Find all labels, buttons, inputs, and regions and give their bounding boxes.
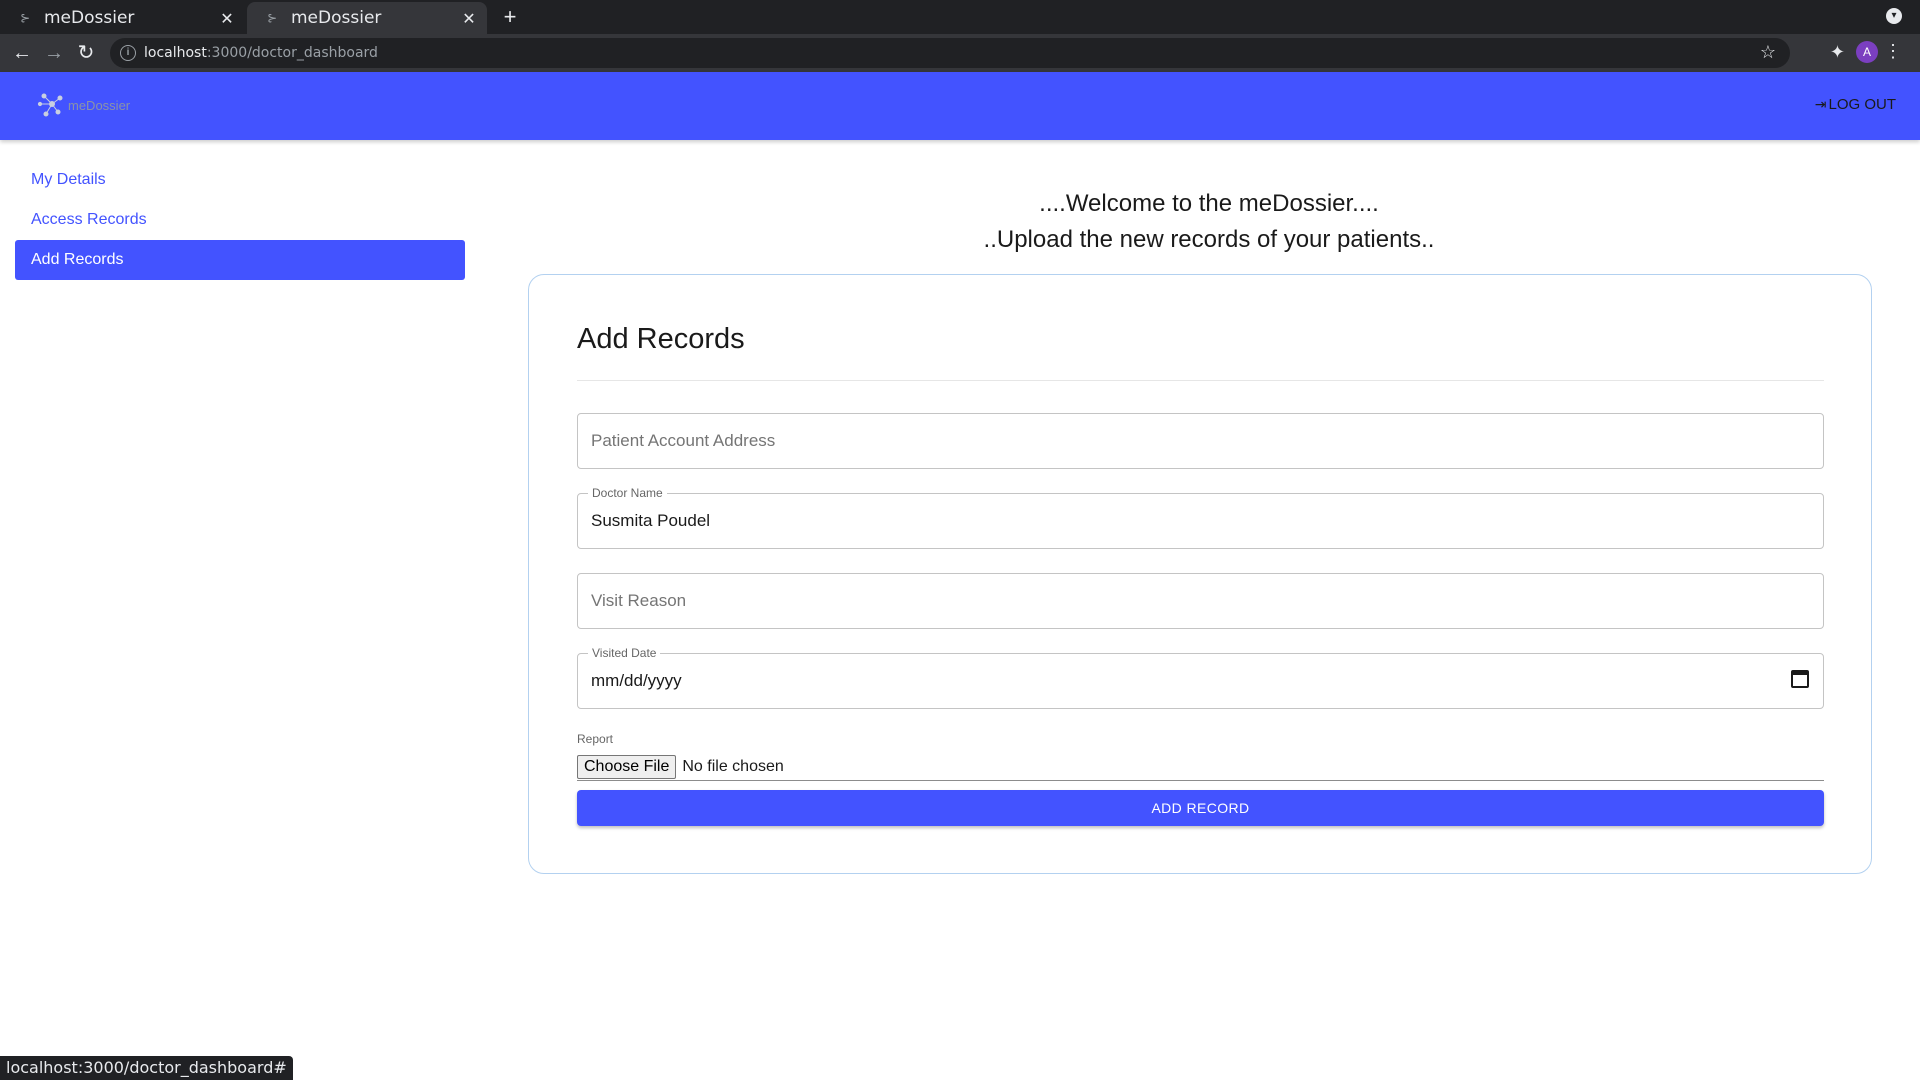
close-tab-icon[interactable]: ✕ bbox=[459, 9, 479, 28]
app-logo[interactable]: meDossier bbox=[36, 90, 130, 120]
welcome-line: ....Welcome to the meDossier.... bbox=[1039, 190, 1379, 217]
visit-reason-input[interactable] bbox=[578, 574, 1823, 628]
tab-title: meDossier bbox=[291, 8, 382, 28]
tab-title: meDossier bbox=[44, 8, 135, 28]
logout-label: LOG OUT bbox=[1828, 96, 1896, 113]
browser-tab-strip: ⊱ meDossier ✕ ⊱ meDossier ✕ + ▾ bbox=[0, 0, 1920, 34]
visited-date-input[interactable] bbox=[578, 654, 1823, 708]
report-label: Report bbox=[577, 732, 614, 746]
add-records-card: Add Records Doctor Name Visited Date Rep… bbox=[528, 274, 1872, 874]
add-record-button[interactable]: ADD RECORD bbox=[577, 790, 1824, 826]
profile-avatar[interactable]: A bbox=[1856, 41, 1878, 63]
browser-tab[interactable]: ⊱ meDossier ✕ bbox=[0, 2, 245, 34]
sidebar-item-add-records[interactable]: Add Records bbox=[15, 240, 465, 280]
browser-toolbar: ← → ↻ i localhost:3000/doctor_dashboard … bbox=[0, 34, 1920, 72]
visit-reason-field bbox=[577, 573, 1824, 629]
sidebar-nav: My Details Access Records Add Records bbox=[15, 160, 465, 280]
logout-button[interactable]: ⇥ LOG OUT bbox=[1815, 96, 1896, 113]
molecule-logo-icon bbox=[37, 93, 63, 117]
sidebar-item-access-records[interactable]: Access Records bbox=[15, 200, 465, 240]
close-tab-icon[interactable]: ✕ bbox=[217, 9, 237, 28]
sidebar-item-my-details[interactable]: My Details bbox=[15, 160, 465, 200]
app-header: meDossier ⇥ LOG OUT bbox=[0, 72, 1920, 140]
link-status-bar: localhost:3000/doctor_dashboard# bbox=[0, 1056, 293, 1080]
reload-icon[interactable]: ↻ bbox=[74, 41, 98, 65]
url-text: localhost:3000/doctor_dashboard bbox=[144, 45, 378, 61]
tab-search-icon[interactable]: ▾ bbox=[1886, 8, 1902, 24]
bookmark-star-icon[interactable]: ☆ bbox=[1760, 42, 1776, 63]
browser-tab-active[interactable]: ⊱ meDossier ✕ bbox=[247, 2, 487, 34]
welcome-message: ....Welcome to the meDossier.... ..Uploa… bbox=[528, 186, 1890, 258]
doctor-name-field: Doctor Name bbox=[577, 486, 1824, 549]
patient-address-input[interactable] bbox=[578, 414, 1823, 468]
page-favicon-icon: ⊱ bbox=[20, 11, 31, 25]
calendar-icon[interactable] bbox=[1791, 670, 1809, 688]
form-title: Add Records bbox=[577, 323, 745, 355]
visited-date-field: Visited Date bbox=[577, 646, 1824, 709]
divider bbox=[577, 380, 1824, 381]
report-file-input: Choose File No file chosen bbox=[577, 755, 1824, 781]
forward-arrow-icon[interactable]: → bbox=[42, 41, 66, 65]
welcome-subline: ..Upload the new records of your patient… bbox=[983, 226, 1435, 253]
doctor-name-input[interactable] bbox=[578, 494, 1823, 548]
file-status-text: No file chosen bbox=[682, 758, 784, 775]
address-bar[interactable]: i localhost:3000/doctor_dashboard ☆ bbox=[110, 38, 1790, 68]
back-arrow-icon[interactable]: ← bbox=[10, 41, 34, 65]
extensions-puzzle-icon[interactable]: ✦ bbox=[1830, 42, 1845, 63]
browser-menu-icon[interactable]: ⋮ bbox=[1884, 41, 1902, 62]
logo-text: meDossier bbox=[68, 97, 131, 113]
patient-address-field bbox=[577, 413, 1824, 469]
new-tab-button[interactable]: + bbox=[498, 4, 522, 30]
site-info-icon[interactable]: i bbox=[120, 45, 136, 61]
logout-icon: ⇥ bbox=[1814, 96, 1827, 112]
page-favicon-icon: ⊱ bbox=[267, 11, 278, 25]
choose-file-button[interactable]: Choose File bbox=[577, 755, 677, 779]
